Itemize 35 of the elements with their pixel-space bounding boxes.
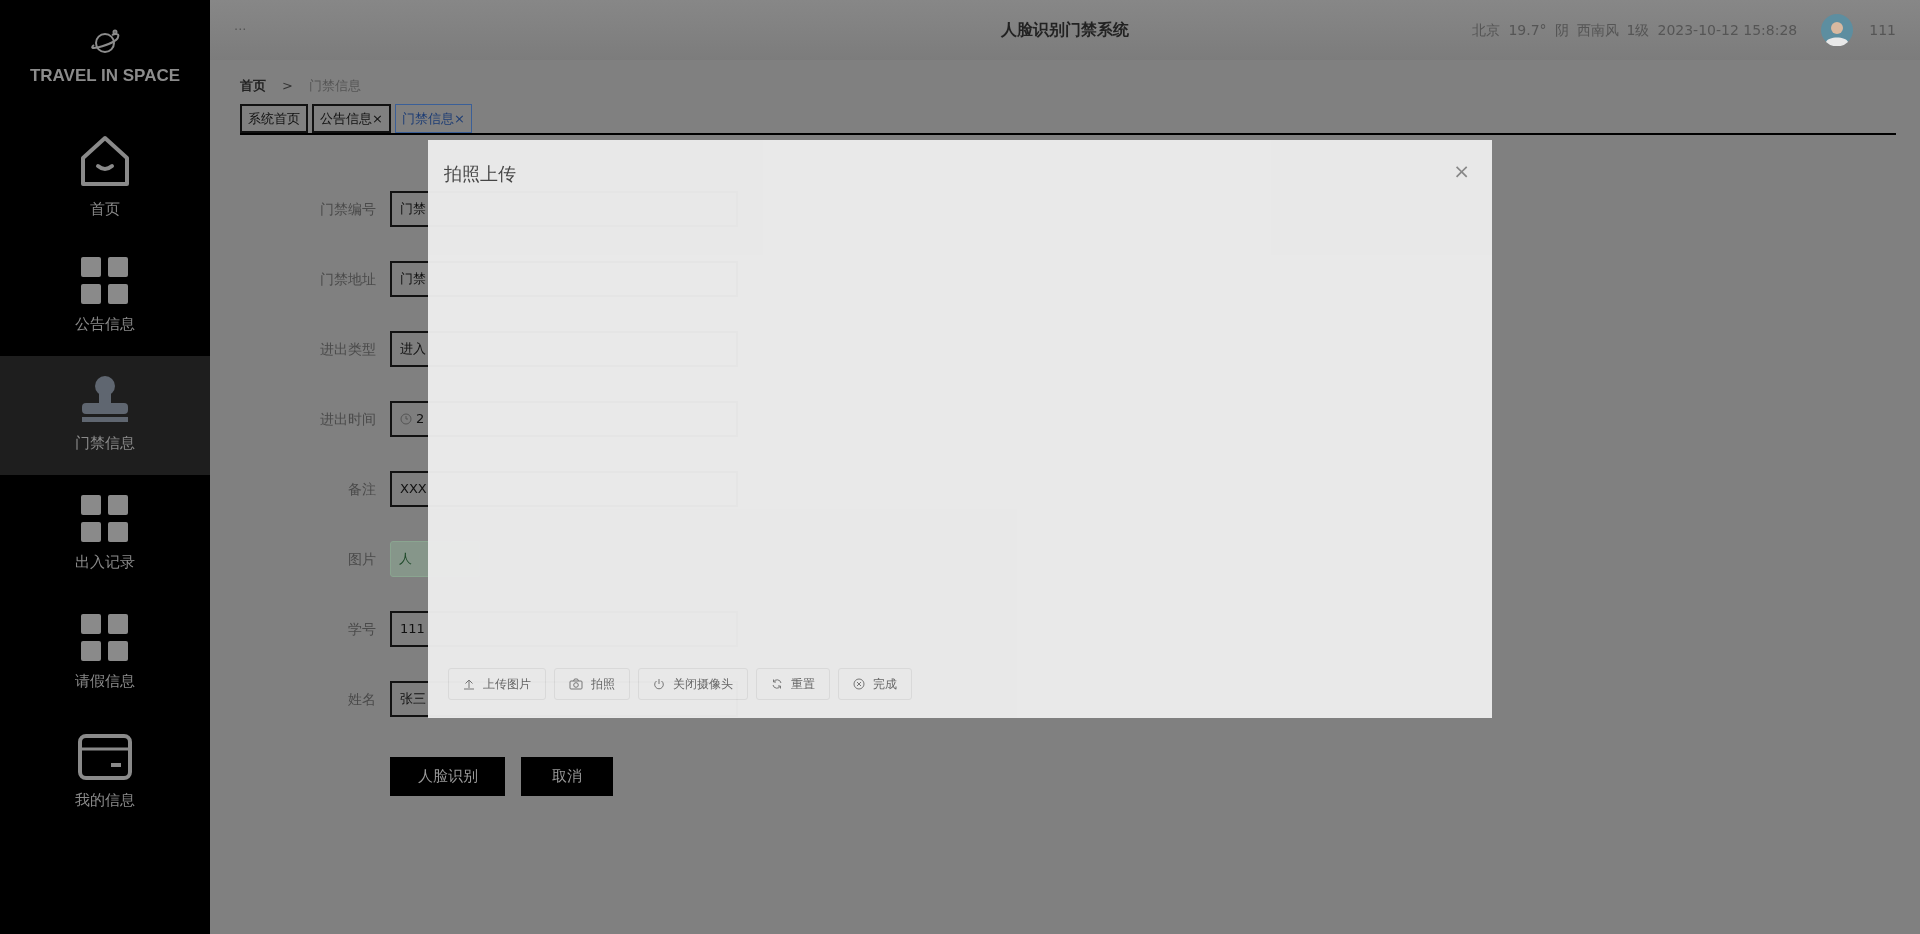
dialog-button[interactable]: 关闭摄像头 xyxy=(638,668,748,700)
sidebar-item[interactable]: 我的信息 xyxy=(0,713,210,832)
card-icon xyxy=(77,733,133,782)
form-button[interactable]: 取消 xyxy=(521,757,613,796)
stamp-icon xyxy=(80,376,130,425)
breadcrumb-item[interactable]: 首页 xyxy=(240,76,266,96)
sidebar-item[interactable]: 公告信息 xyxy=(0,237,210,356)
form-button[interactable]: 人脸识别 xyxy=(390,757,505,796)
breadcrumb-separator: > xyxy=(282,77,293,95)
dialog-button[interactable]: 拍照 xyxy=(554,668,630,700)
refresh-icon xyxy=(771,678,783,690)
sidebar-item[interactable]: 首页 xyxy=(0,118,210,237)
grid-icon xyxy=(81,257,129,306)
grid-icon xyxy=(81,614,129,663)
avatar[interactable] xyxy=(1821,14,1854,46)
close-circle-icon xyxy=(853,678,865,690)
planet-icon xyxy=(88,29,122,56)
upload-icon xyxy=(463,678,475,690)
tab[interactable]: 系统首页 xyxy=(240,103,308,133)
dialog-button[interactable]: 上传图片 xyxy=(448,668,546,700)
clock-icon xyxy=(400,413,412,425)
grid-icon xyxy=(81,495,129,544)
sidebar-item[interactable]: 请假信息 xyxy=(0,594,210,713)
page-title: 人脸识别门禁系统 xyxy=(1001,19,1129,41)
tab[interactable]: 公告信息× xyxy=(312,103,391,133)
camera-icon xyxy=(569,678,583,690)
sidebar-item[interactable]: 门禁信息 xyxy=(0,356,210,475)
close-button[interactable]: × xyxy=(1447,160,1476,182)
sidebar-item[interactable]: 出入记录 xyxy=(0,475,210,594)
dialog-button[interactable]: 重置 xyxy=(756,668,830,700)
logo-text: TRAVEL IN SPACE xyxy=(29,65,181,88)
tab[interactable]: 门禁信息× xyxy=(394,103,472,133)
power-icon xyxy=(653,678,665,690)
dialog-title: 拍照上传 xyxy=(444,162,516,186)
dialog-button[interactable]: 完成 xyxy=(838,668,912,700)
